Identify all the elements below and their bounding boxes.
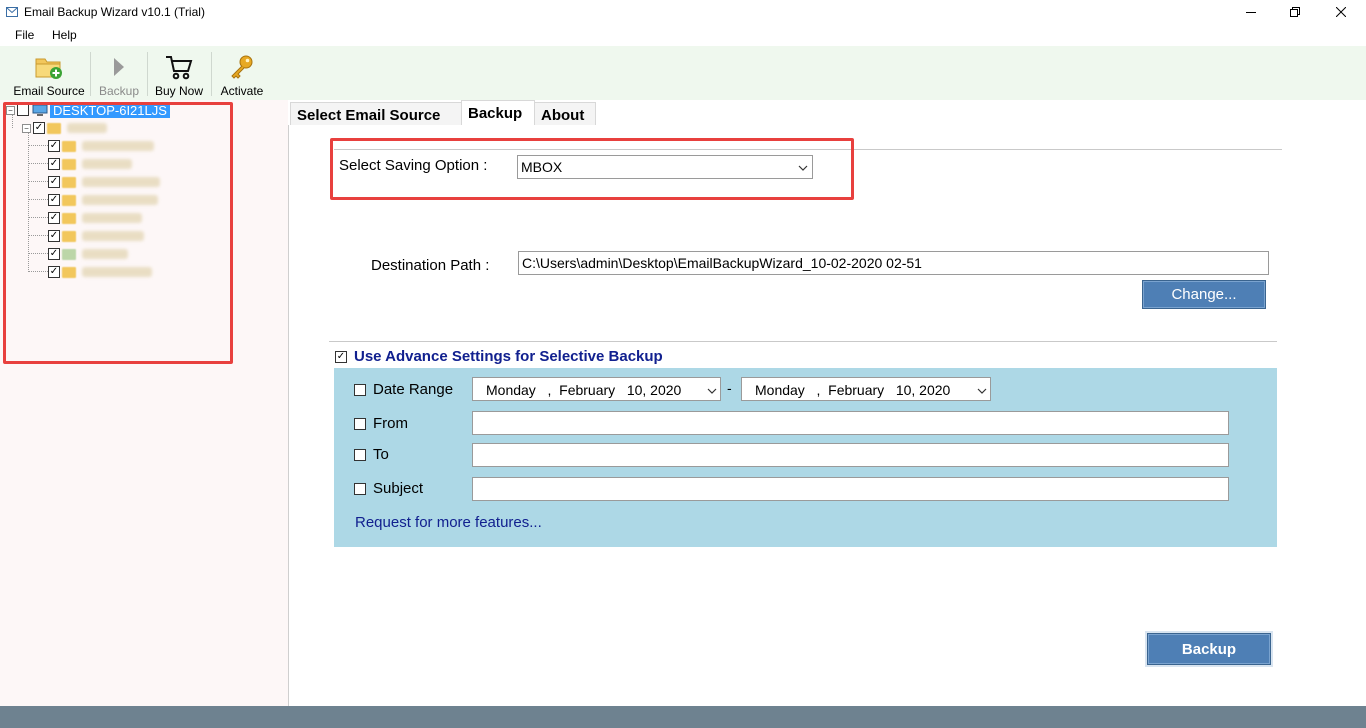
end-date-value: Monday , February 10, 2020 (755, 382, 951, 398)
subject-input[interactable] (472, 477, 1229, 501)
tab-about[interactable]: About (534, 102, 596, 126)
destination-path-label: Destination Path : (371, 257, 490, 274)
chevron-down-icon (977, 383, 987, 399)
to-option[interactable]: To (354, 446, 389, 463)
tree-highlight-box (3, 102, 233, 364)
backup-toolbar-label: Backup (98, 84, 140, 98)
date-range-separator: - (727, 380, 732, 396)
toolbar-separator (147, 52, 148, 96)
date-range-label: Date Range (373, 381, 454, 398)
end-date-picker[interactable]: Monday , February 10, 2020 (741, 377, 991, 401)
key-icon (227, 52, 257, 82)
folder-add-icon (34, 52, 64, 82)
menu-file[interactable]: File (15, 28, 34, 42)
backup-button[interactable]: Backup (1147, 633, 1271, 665)
activate-button[interactable]: Activate (215, 46, 269, 100)
request-features-link[interactable]: Request for more features... (355, 514, 542, 531)
to-checkbox[interactable] (354, 448, 366, 461)
from-label: From (373, 415, 408, 432)
email-source-label: Email Source (13, 84, 85, 98)
window-title: Email Backup Wizard v10.1 (Trial) (24, 5, 205, 19)
chevron-down-icon (707, 383, 717, 399)
backup-toolbar-button[interactable]: Backup (94, 46, 144, 100)
toolbar-separator (211, 52, 212, 96)
to-input[interactable] (472, 443, 1229, 467)
start-date-value: Monday , February 10, 2020 (486, 382, 682, 398)
date-range-checkbox[interactable] (354, 383, 366, 396)
advance-settings-checkbox[interactable]: ✓ (335, 350, 347, 363)
date-range-option[interactable]: Date Range (354, 381, 453, 398)
cart-icon (164, 52, 194, 82)
envelope-icon (6, 6, 18, 17)
subject-label: Subject (373, 480, 424, 497)
saving-option-highlight-box (330, 138, 854, 200)
restore-button[interactable] (1272, 0, 1318, 24)
folder-tree-panel: − DESKTOP-6I21LJS − ✓ ✓ ✓ ✓ ✓ ✓ ✓ ✓ ✓ (0, 100, 288, 706)
play-icon (104, 52, 134, 82)
toolbar: Email Source Backup Buy Now Activate (0, 46, 1366, 100)
buy-now-button[interactable]: Buy Now (151, 46, 207, 100)
advance-settings-toggle[interactable]: ✓ Use Advance Settings for Selective Bac… (335, 348, 663, 365)
to-label: To (373, 446, 389, 463)
destination-path-input[interactable]: C:\Users\admin\Desktop\EmailBackupWizard… (518, 251, 1269, 275)
buy-now-label: Buy Now (154, 84, 204, 98)
start-date-picker[interactable]: Monday , February 10, 2020 (472, 377, 721, 401)
change-path-button[interactable]: Change... (1142, 280, 1266, 309)
menu-help[interactable]: Help (52, 28, 77, 42)
backup-tab-content: Select Saving Option : MBOX Destination … (288, 125, 1366, 706)
activate-label: Activate (220, 84, 264, 98)
divider (329, 341, 1277, 342)
from-option[interactable]: From (354, 415, 408, 432)
toolbar-separator (90, 52, 91, 96)
advance-settings-panel: Date Range Monday , February 10, 2020 - … (334, 368, 1277, 547)
title-bar: Email Backup Wizard v10.1 (Trial) (0, 0, 1366, 24)
email-source-button[interactable]: Email Source (12, 46, 86, 100)
status-strip (0, 706, 1366, 728)
from-checkbox[interactable] (354, 417, 366, 430)
menu-bar: File Help (0, 24, 1366, 46)
tab-select-email-source[interactable]: Select Email Source (290, 102, 462, 126)
advance-settings-label: Use Advance Settings for Selective Backu… (354, 348, 663, 365)
from-input[interactable] (472, 411, 1229, 435)
minimize-button[interactable] (1228, 0, 1274, 24)
tab-backup[interactable]: Backup (461, 100, 535, 126)
subject-checkbox[interactable] (354, 482, 366, 495)
close-button[interactable] (1318, 0, 1364, 24)
subject-option[interactable]: Subject (354, 480, 423, 497)
